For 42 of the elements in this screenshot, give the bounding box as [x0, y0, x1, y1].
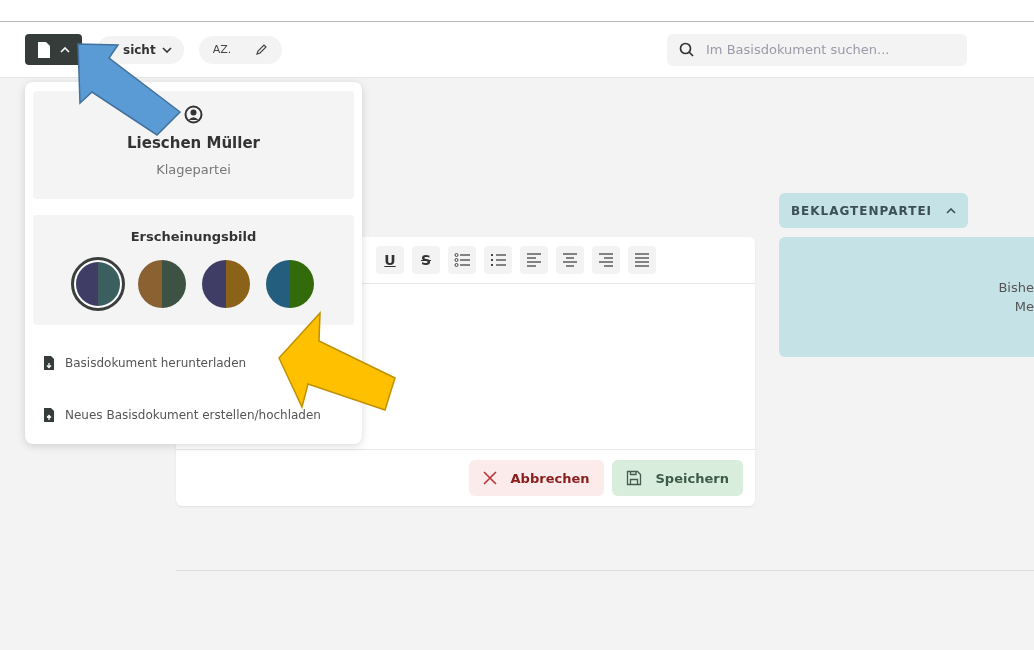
- file-download-icon: [43, 355, 55, 371]
- file-upload-icon: [43, 407, 55, 423]
- format-button[interactable]: [448, 246, 476, 274]
- search-input[interactable]: Im Basisdokument suchen...: [704, 41, 955, 58]
- align-justify-icon: [634, 252, 650, 268]
- theme-swatch[interactable]: [137, 260, 186, 308]
- theme-swatch[interactable]: [73, 260, 122, 308]
- numbered-list-icon: [490, 252, 506, 268]
- align-left-icon: [526, 252, 542, 268]
- party-text: Me: [1014, 299, 1034, 314]
- close-icon: [482, 471, 497, 485]
- appearance-title: Erscheinungsbild: [130, 229, 257, 244]
- search-bar[interactable]: Im Basisdokument suchen...: [667, 33, 967, 66]
- user-avatar-icon: [184, 105, 203, 124]
- party-toggle[interactable]: BEKLAGTENPARTEI: [778, 193, 969, 228]
- caret-up-icon: [946, 207, 957, 214]
- user-name: Lieschen Müller: [127, 134, 260, 152]
- case-number-button[interactable]: AZ.: [198, 35, 283, 64]
- theme-swatch[interactable]: [201, 260, 250, 308]
- caret-down-icon: [161, 46, 172, 53]
- menu-item[interactable]: Neues Basisdokument erstellen/hochladen: [33, 405, 331, 425]
- align-right-icon: [598, 252, 614, 268]
- document-menu-button[interactable]: [25, 34, 82, 65]
- party-text: Bishe: [998, 280, 1034, 295]
- menu-item[interactable]: Basisdokument herunterladen: [33, 353, 257, 373]
- save-button[interactable]: Speichern: [611, 460, 743, 496]
- format-button[interactable]: S: [412, 246, 440, 274]
- format-button[interactable]: [628, 246, 656, 274]
- format-button[interactable]: [556, 246, 584, 274]
- align-center-icon: [562, 252, 578, 268]
- pencil-icon: [255, 43, 269, 56]
- format-button[interactable]: [592, 246, 620, 274]
- theme-swatch[interactable]: [265, 260, 314, 308]
- cancel-button[interactable]: Abbrechen: [468, 460, 604, 496]
- format-button[interactable]: U: [376, 246, 404, 274]
- format-button[interactable]: [484, 246, 512, 274]
- search-icon: [679, 42, 694, 57]
- caret-up-icon: [59, 46, 70, 53]
- user-role: Klagepartei: [156, 162, 231, 177]
- format-button[interactable]: [520, 246, 548, 274]
- document-icon: [37, 41, 50, 58]
- bullet-list-icon: [454, 252, 470, 268]
